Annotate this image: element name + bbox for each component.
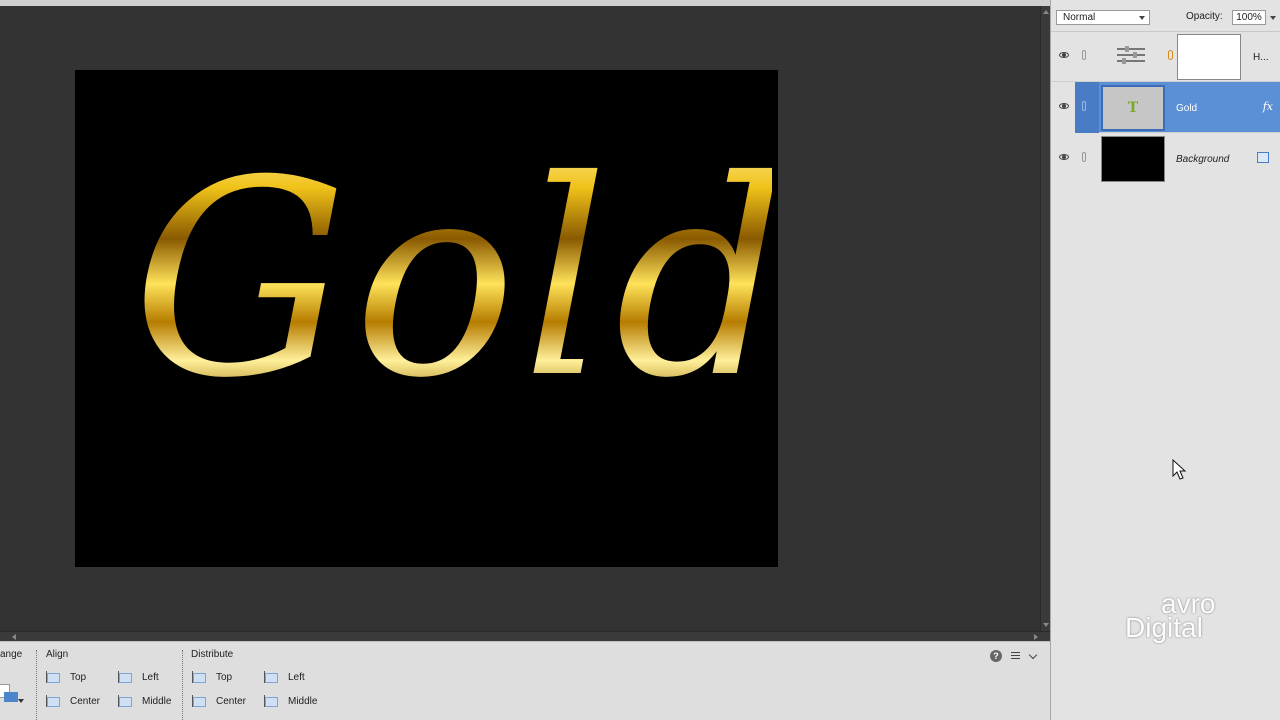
gold-text-layer[interactable]: Gold bbox=[132, 130, 787, 450]
tool-options-bar: ange Align Top Center Left Middle Distri… bbox=[0, 641, 1050, 720]
align-top-label: Top bbox=[70, 671, 87, 683]
scroll-down-icon[interactable] bbox=[1043, 623, 1049, 627]
mouse-cursor-icon bbox=[1172, 458, 1187, 480]
distribute-left-icon bbox=[264, 671, 278, 683]
lock-icon bbox=[1257, 152, 1269, 163]
distribute-left-button[interactable]: Left bbox=[264, 671, 305, 683]
opacity-dropdown-icon[interactable] bbox=[1270, 16, 1276, 20]
align-left-button[interactable]: Left bbox=[118, 671, 159, 683]
visibility-toggle[interactable] bbox=[1051, 31, 1075, 82]
distribute-top-label: Top bbox=[216, 671, 233, 683]
distribute-middle-icon bbox=[264, 695, 278, 707]
link-icon[interactable] bbox=[1082, 50, 1086, 60]
work-area[interactable]: Gold bbox=[0, 6, 1040, 631]
eye-icon bbox=[1059, 52, 1069, 58]
align-center-button[interactable]: Center bbox=[46, 695, 100, 707]
align-top-icon bbox=[46, 671, 60, 683]
watermark-line2: Digital bbox=[1125, 612, 1203, 643]
layer-name[interactable]: Gold bbox=[1176, 103, 1197, 114]
eye-icon bbox=[1059, 154, 1069, 160]
divider bbox=[36, 650, 37, 720]
align-middle-icon bbox=[118, 695, 132, 707]
scroll-up-icon[interactable] bbox=[1043, 10, 1049, 14]
align-left-label: Left bbox=[142, 671, 159, 683]
distribute-middle-label: Middle bbox=[288, 695, 318, 707]
layer-row-background[interactable]: Background bbox=[1051, 133, 1280, 184]
document-canvas[interactable]: Gold bbox=[75, 70, 787, 567]
mask-link-icon[interactable] bbox=[1168, 50, 1173, 60]
opacity-label: Opacity: bbox=[1186, 11, 1223, 22]
layers-panel-header: Normal Opacity: 100% bbox=[1051, 0, 1280, 32]
align-middle-label: Middle bbox=[142, 695, 172, 707]
layer-mask-thumbnail[interactable] bbox=[1177, 34, 1241, 80]
eye-icon bbox=[1059, 103, 1069, 109]
distribute-center-label: Center bbox=[216, 695, 247, 707]
layer-row-hue[interactable]: H... bbox=[1051, 31, 1280, 82]
vertical-scrollbar[interactable] bbox=[1040, 6, 1050, 631]
blend-mode-value: Normal bbox=[1063, 12, 1096, 23]
scroll-right-icon[interactable] bbox=[1034, 634, 1038, 640]
align-top-button[interactable]: Top bbox=[46, 671, 86, 683]
arrange-title: ange bbox=[0, 649, 23, 660]
scroll-left-icon[interactable] bbox=[12, 634, 16, 640]
visibility-toggle[interactable] bbox=[1051, 82, 1075, 133]
adjustment-icon bbox=[1117, 45, 1145, 65]
watermark-logo: avro Digital bbox=[1125, 590, 1215, 643]
fx-icon[interactable]: fx bbox=[1263, 100, 1273, 113]
distribute-center-icon bbox=[192, 695, 206, 707]
chevron-down-icon[interactable] bbox=[1028, 650, 1040, 662]
link-icon[interactable] bbox=[1082, 152, 1086, 162]
align-center-label: Center bbox=[70, 695, 101, 707]
align-title: Align bbox=[46, 649, 69, 660]
divider bbox=[182, 650, 183, 720]
distribute-center-button[interactable]: Center bbox=[192, 695, 246, 707]
align-center-icon bbox=[46, 695, 60, 707]
layers-panel: Normal Opacity: 100% H... T Gold fx Back… bbox=[1050, 0, 1280, 720]
layer-name[interactable]: Background bbox=[1176, 154, 1229, 165]
distribute-title: Distribute bbox=[191, 649, 234, 660]
link-column bbox=[1075, 82, 1099, 133]
align-middle-button[interactable]: Middle bbox=[118, 695, 171, 707]
distribute-top-button[interactable]: Top bbox=[192, 671, 232, 683]
arrange-color-icon[interactable] bbox=[4, 692, 18, 702]
opacity-input[interactable]: 100% bbox=[1232, 10, 1266, 25]
blend-mode-select[interactable]: Normal bbox=[1056, 10, 1150, 25]
layer-name[interactable]: H... bbox=[1253, 52, 1269, 63]
distribute-left-label: Left bbox=[288, 671, 305, 683]
text-layer-thumbnail[interactable]: T bbox=[1101, 85, 1165, 131]
distribute-middle-button[interactable]: Middle bbox=[264, 695, 317, 707]
link-icon[interactable] bbox=[1082, 101, 1086, 111]
visibility-toggle[interactable] bbox=[1051, 133, 1075, 184]
horizontal-scrollbar[interactable] bbox=[0, 631, 1050, 641]
panel-menu-icon[interactable] bbox=[1009, 650, 1021, 662]
align-left-icon bbox=[118, 671, 132, 683]
background-thumbnail[interactable] bbox=[1101, 136, 1165, 182]
arrange-dropdown-icon[interactable] bbox=[18, 699, 24, 703]
layer-row-gold[interactable]: T Gold fx bbox=[1051, 82, 1280, 133]
question-icon[interactable]: ? bbox=[990, 650, 1002, 662]
distribute-top-icon bbox=[192, 671, 206, 683]
chevron-down-icon bbox=[1139, 16, 1145, 20]
